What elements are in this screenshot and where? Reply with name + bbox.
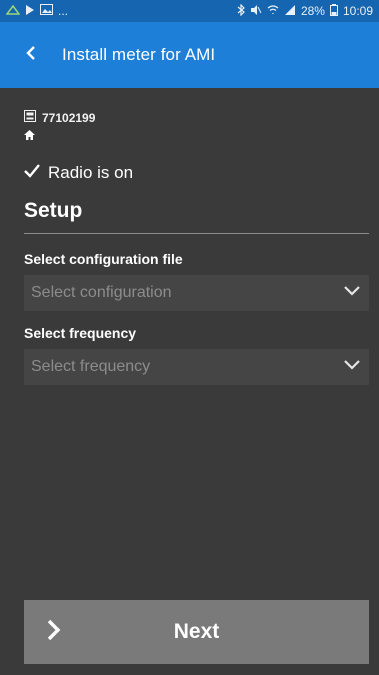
notification-icon xyxy=(5,4,21,19)
play-icon xyxy=(25,4,35,19)
status-bar-left: ... xyxy=(5,4,69,19)
frequency-placeholder: Select frequency xyxy=(31,358,151,375)
frequency-select[interactable]: Select frequency xyxy=(24,349,369,385)
next-button[interactable]: Next xyxy=(24,600,369,664)
config-placeholder: Select configuration xyxy=(31,284,172,301)
frequency-label: Select frequency xyxy=(24,325,137,341)
battery-icon xyxy=(329,3,338,19)
wifi-icon xyxy=(267,4,279,19)
status-overflow: ... xyxy=(58,4,69,18)
next-icon-wrap xyxy=(24,619,84,646)
meter-icon xyxy=(24,110,36,125)
back-button[interactable] xyxy=(0,22,62,88)
status-bar-right: 28% 10:09 xyxy=(237,3,373,19)
chevron-right-icon xyxy=(46,619,62,646)
home-icon xyxy=(24,127,35,144)
app-bar: Install meter for AMI xyxy=(0,22,379,88)
checkmark-icon xyxy=(24,163,40,183)
setup-heading: Setup xyxy=(24,199,83,222)
meter-info: 77102199 xyxy=(24,110,369,125)
chevron-down-icon xyxy=(343,358,361,376)
radio-status: Radio is on xyxy=(24,163,369,183)
status-bar: ... 28% 10:09 xyxy=(0,0,379,22)
config-select[interactable]: Select configuration xyxy=(24,275,369,311)
radio-status-text: Radio is on xyxy=(48,163,134,182)
next-button-label: Next xyxy=(173,620,220,643)
bluetooth-icon xyxy=(237,3,245,19)
config-label: Select configuration file xyxy=(24,251,183,267)
chevron-left-icon xyxy=(25,45,37,66)
chevron-down-icon xyxy=(343,284,361,302)
mute-icon xyxy=(250,4,262,19)
clock: 10:09 xyxy=(342,4,373,18)
home-row xyxy=(24,127,369,145)
page-title: Install meter for AMI xyxy=(62,45,216,64)
image-icon xyxy=(40,4,53,18)
battery-level: 28% xyxy=(300,4,325,18)
main-content: 77102199 Radio is on Setup Select config… xyxy=(24,88,369,385)
meter-id: 77102199 xyxy=(42,110,96,125)
signal-icon xyxy=(284,4,296,19)
divider xyxy=(24,233,369,234)
